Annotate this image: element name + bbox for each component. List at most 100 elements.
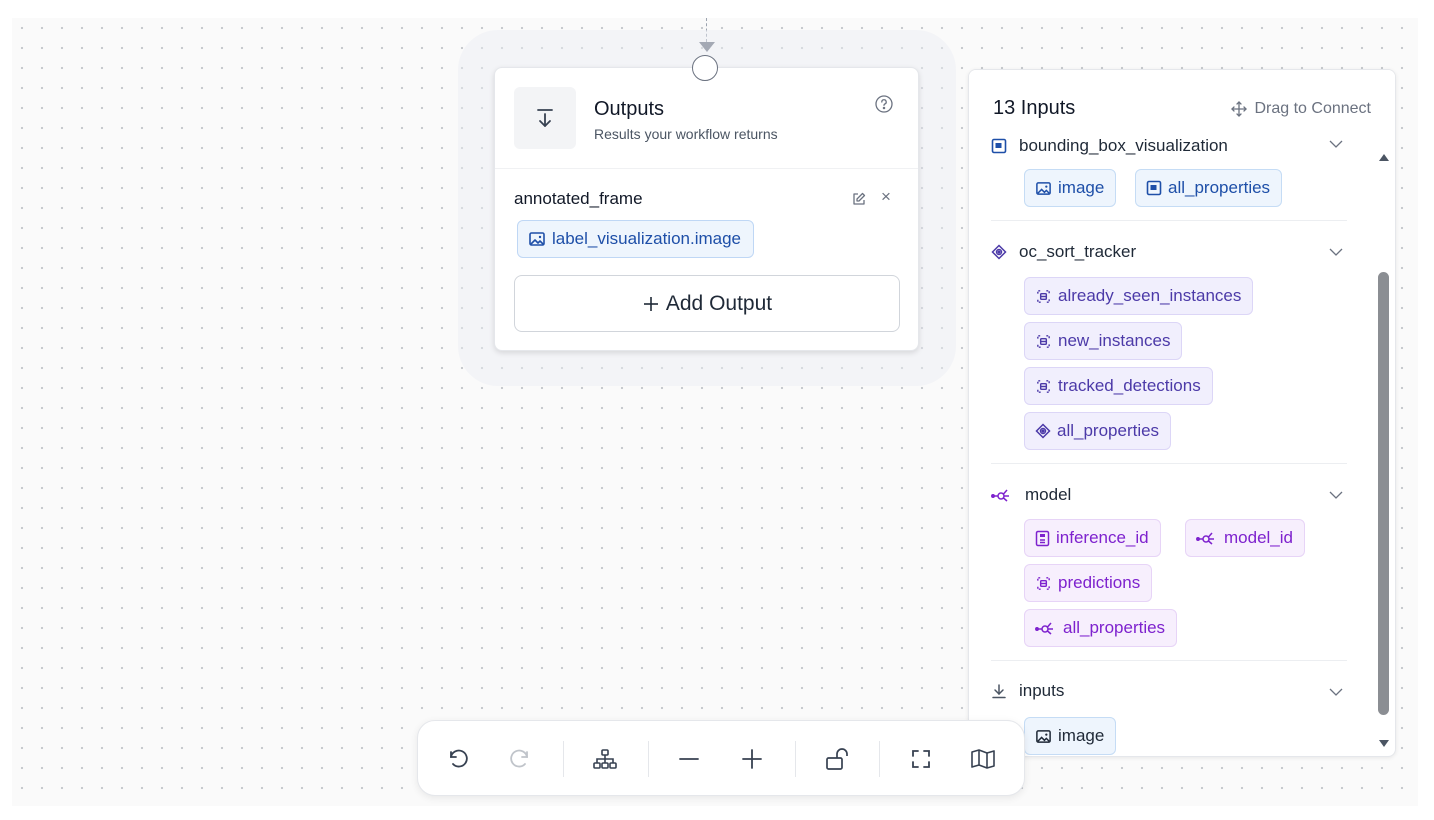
group-divider <box>991 463 1347 464</box>
input-chip[interactable]: image <box>1024 169 1117 207</box>
unlock-icon <box>826 748 848 770</box>
group-divider <box>991 660 1347 661</box>
input-chip[interactable]: image <box>1024 717 1117 755</box>
input-chip[interactable]: predictions <box>1024 564 1153 602</box>
add-output-button[interactable]: Add Output <box>514 275 900 332</box>
scrollbar-thumb[interactable] <box>1378 272 1389 715</box>
input-chip[interactable]: all_properties <box>1024 412 1172 450</box>
output-source-label: label_visualization.image <box>552 229 742 248</box>
drag-to-connect-hint: Drag to Connect <box>1230 100 1371 118</box>
image-icon <box>1036 181 1051 195</box>
detections-icon <box>1037 379 1050 393</box>
bounding-box-icon <box>1146 180 1162 196</box>
scroll-down-icon[interactable] <box>1379 740 1389 747</box>
scroll-up-icon[interactable] <box>1379 154 1389 161</box>
outputs-node-header: Outputs Results your workflow returns <box>495 68 918 169</box>
toolbar-separator <box>795 741 796 777</box>
auto-layout-button[interactable] <box>589 743 621 775</box>
undo-icon <box>450 749 468 768</box>
panel-title: 13 Inputs <box>993 97 1076 119</box>
undo-button[interactable] <box>442 743 474 775</box>
model-icon <box>991 489 1009 502</box>
tracker-icon <box>991 244 1007 260</box>
edit-icon[interactable] <box>851 191 867 212</box>
chip-label: model_id <box>1224 528 1293 547</box>
plus-icon <box>643 296 658 311</box>
toolbar-separator <box>879 741 880 777</box>
input-group-oc-sort-tracker[interactable]: oc_sort_tracker <box>991 240 1136 264</box>
toolbar-separator <box>648 741 649 777</box>
model-icon <box>1196 532 1214 545</box>
chip-label: image <box>1058 178 1105 197</box>
input-chip[interactable]: model_id <box>1185 519 1305 557</box>
input-chip[interactable]: all_properties <box>1135 169 1283 207</box>
input-group-model[interactable]: model <box>991 483 1071 507</box>
node-subtitle: Results your workflow returns <box>594 126 778 142</box>
input-group-inputs[interactable]: inputs <box>991 679 1064 703</box>
input-chip[interactable]: all_properties <box>1024 609 1178 647</box>
move-icon <box>1231 101 1248 117</box>
toolbar-separator <box>563 741 564 777</box>
detections-icon <box>1037 576 1050 590</box>
input-chip[interactable]: tracked_detections <box>1024 367 1213 405</box>
fit-view-icon <box>912 750 930 768</box>
bounding-box-icon <box>991 138 1007 154</box>
input-chip[interactable]: new_instances <box>1024 322 1183 360</box>
zoom-in-button[interactable] <box>736 743 768 775</box>
redo-button[interactable] <box>504 743 536 775</box>
detections-icon <box>1037 289 1050 303</box>
zoom-out-button[interactable] <box>673 743 705 775</box>
minimap-button[interactable] <box>967 743 999 775</box>
image-icon <box>529 232 545 246</box>
chevron-down-icon[interactable] <box>1327 686 1345 698</box>
inputs-panel-header: 13 Inputs Drag to Connect <box>969 70 1395 134</box>
add-output-label: Add Output <box>665 291 773 315</box>
output-name: annotated_frame <box>514 189 643 208</box>
zoom-in-icon <box>742 749 762 769</box>
panel-scrollbar[interactable] <box>1377 146 1391 747</box>
chevron-down-icon[interactable] <box>1327 138 1345 150</box>
chip-label: already_seen_instances <box>1058 286 1242 305</box>
auto-layout-icon <box>593 749 617 769</box>
chip-label: new_instances <box>1058 331 1171 350</box>
chip-label: inference_id <box>1056 528 1149 547</box>
lock-toggle-button[interactable] <box>821 743 853 775</box>
image-icon <box>1036 729 1051 743</box>
chip-label: tracked_detections <box>1058 376 1201 395</box>
outputs-node[interactable]: Outputs Results your workflow returns an… <box>494 67 919 351</box>
node-title: Outputs <box>594 98 665 120</box>
output-source-chip[interactable]: label_visualization.image <box>517 220 755 258</box>
fit-view-button[interactable] <box>905 743 937 775</box>
chip-label: all_properties <box>1063 618 1166 637</box>
zoom-out-icon <box>679 758 699 760</box>
detections-icon <box>1037 334 1050 348</box>
model-icon <box>1035 622 1053 635</box>
arrow-down-to-line-icon <box>514 87 576 149</box>
canvas-toolbar <box>417 720 1025 796</box>
inputs-panel: bounding_box_visualization image all_pro… <box>968 69 1396 757</box>
chevron-down-icon[interactable] <box>1327 489 1345 501</box>
group-divider <box>991 220 1347 221</box>
chip-label: predictions <box>1058 573 1141 592</box>
group-label: oc_sort_tracker <box>1019 242 1137 261</box>
help-icon[interactable] <box>874 94 894 119</box>
input-group-bounding-box-visualization[interactable]: bounding_box_visualization <box>991 134 1228 158</box>
input-chip[interactable]: already_seen_instances <box>1024 277 1254 315</box>
minimap-icon <box>971 749 995 769</box>
chip-label: all_properties <box>1168 178 1271 197</box>
drag-label: Drag to Connect <box>1254 100 1371 117</box>
inputs-panel-body[interactable]: bounding_box_visualization image all_pro… <box>969 70 1395 756</box>
chevron-down-icon[interactable] <box>1327 246 1345 258</box>
tracker-icon <box>1035 423 1051 439</box>
input-chip[interactable]: inference_id <box>1024 519 1161 557</box>
group-label: model <box>1025 485 1072 504</box>
id-icon <box>1035 530 1050 546</box>
redo-icon <box>510 749 528 768</box>
chip-label: image <box>1058 726 1105 745</box>
group-label: inputs <box>1019 681 1065 700</box>
close-icon[interactable]: × <box>881 188 891 206</box>
node-input-handle[interactable] <box>692 55 718 81</box>
download-icon <box>992 684 1006 699</box>
group-label: bounding_box_visualization <box>1019 136 1228 155</box>
chip-label: all_properties <box>1057 421 1160 440</box>
